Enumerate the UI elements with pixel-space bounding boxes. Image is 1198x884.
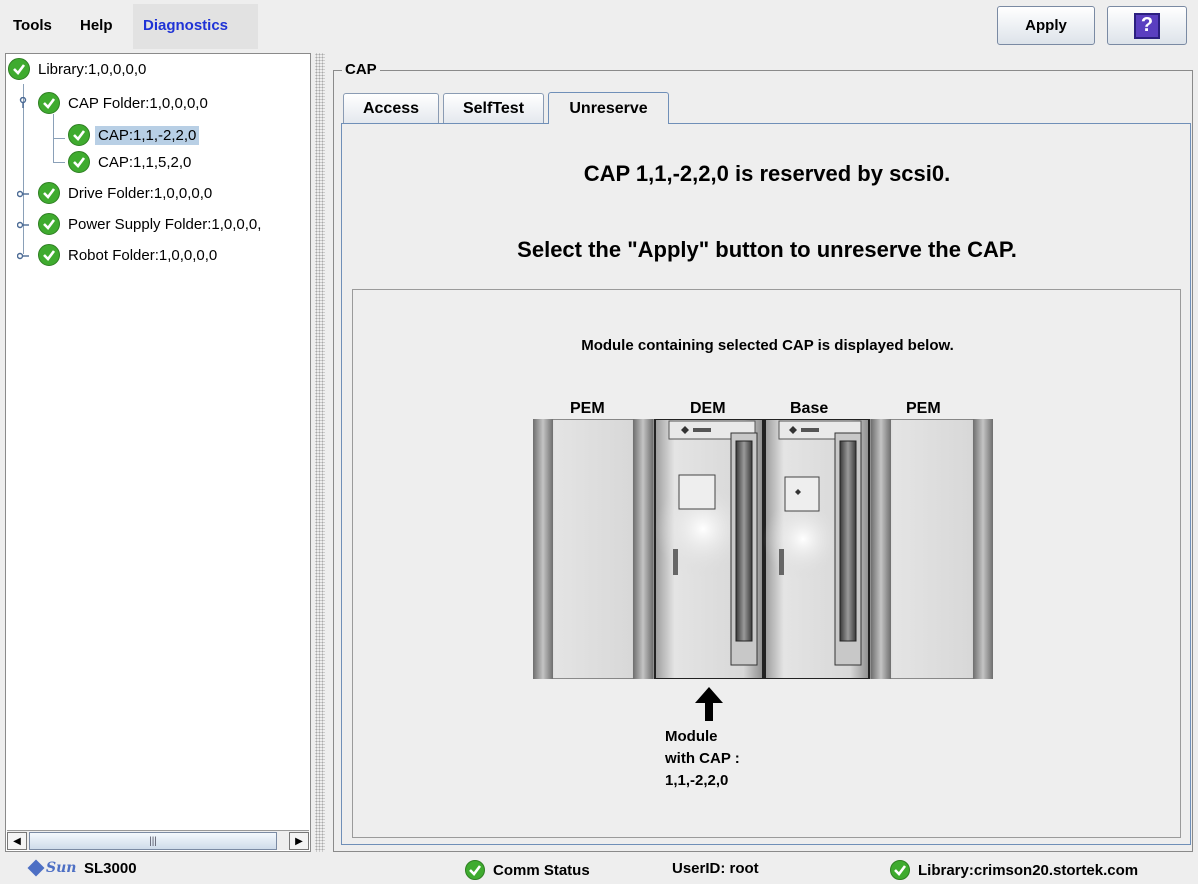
menu-tools[interactable]: Tools [13, 17, 52, 34]
apply-instruction-message: Select the "Apply" button to unreserve t… [517, 237, 1017, 262]
menu-bar: Tools Help Diagnostics Apply ? [0, 0, 1198, 52]
library-host-label: Library:crimson20.stortek.com [918, 861, 1139, 879]
library-modules-illustration [533, 419, 993, 679]
arrow-up-icon [695, 687, 723, 721]
module-with-cap-note: Module with CAP : 1,1,-2,2,0 [665, 726, 740, 792]
tree-collapsed-handle-icon[interactable] [17, 188, 29, 200]
sun-logo: Sun [27, 859, 88, 877]
cap-panel-title: CAP [342, 61, 380, 78]
device-tree[interactable]: Library:1,0,0,0,0 CAP Folder:1,0,0,0,0 C… [5, 53, 311, 852]
scroll-left-arrow-icon[interactable]: ◀ [7, 832, 27, 850]
tree-item-label: CAP:1,1,5,2,0 [98, 153, 192, 171]
module-label-dem: DEM [690, 400, 726, 417]
menu-diagnostics[interactable]: Diagnostics [143, 17, 228, 34]
tree-item-label-selected: CAP:1,1,-2,2,0 [95, 125, 200, 145]
tree-collapsed-handle-icon[interactable] [17, 250, 29, 262]
module-note-line: 1,1,-2,2,0 [665, 772, 729, 789]
scrollbar-thumb[interactable]: ||| [29, 832, 277, 850]
apply-button[interactable]: Apply [997, 6, 1095, 45]
check-circle-icon [38, 213, 60, 235]
help-button[interactable]: ? [1107, 6, 1187, 45]
reserved-status-message: CAP 1,1,-2,2,0 is reserved by scsi0. [583, 161, 951, 186]
comm-status-label: Comm Status [493, 861, 590, 879]
module-caption: Module containing selected CAP is displa… [581, 337, 954, 354]
tree-connector [53, 162, 65, 163]
comm-status: Comm Status [465, 860, 590, 880]
tree-expanded-handle-icon[interactable] [17, 97, 29, 109]
module-label-pem-left: PEM [570, 400, 605, 417]
tree-connector [53, 138, 65, 139]
check-circle-icon [38, 244, 60, 266]
help-icon: ? [1134, 12, 1160, 39]
check-circle-icon [68, 124, 90, 146]
tree-collapsed-handle-icon[interactable] [17, 219, 29, 231]
tree-item-label: Drive Folder:1,0,0,0,0 [68, 184, 213, 202]
tree-item-cap-1-1-m2-2-0[interactable]: CAP:1,1,-2,2,0 [68, 124, 200, 146]
module-display-box: Module containing selected CAP is displa… [352, 289, 1181, 838]
sun-brand-text: Sun [46, 860, 77, 876]
library-host: Library:crimson20.stortek.com [890, 860, 1138, 880]
module-note-line: Module [665, 728, 718, 745]
sun-diamond-icon [27, 859, 45, 877]
tree-item-cap-1-1-5-2-0[interactable]: CAP:1,1,5,2,0 [68, 151, 194, 173]
product-name: SL3000 [84, 860, 137, 877]
tree-item-cap-folder[interactable]: CAP Folder:1,0,0,0,0 [38, 92, 211, 114]
tree-item-robot-folder[interactable]: Robot Folder:1,0,0,0,0 [38, 244, 220, 266]
tab-unreserve[interactable]: Unreserve [548, 92, 669, 124]
tree-horizontal-scrollbar[interactable]: ◀ ||| ▶ [7, 830, 309, 850]
check-circle-icon [68, 151, 90, 173]
tree-item-drive-folder[interactable]: Drive Folder:1,0,0,0,0 [38, 182, 215, 204]
check-circle-icon [8, 58, 30, 80]
user-id-label: UserID: root [672, 860, 759, 877]
split-pane-divider[interactable] [315, 53, 325, 852]
tree-item-label: CAP Folder:1,0,0,0,0 [68, 94, 208, 112]
menu-help[interactable]: Help [80, 17, 113, 34]
check-circle-icon [465, 860, 485, 880]
tree-item-label: Library:1,0,0,0,0 [38, 60, 147, 78]
module-label-pem-right: PEM [906, 400, 941, 417]
tree-item-label: Power Supply Folder:1,0,0,0, [68, 215, 262, 233]
unreserve-tab-content: CAP 1,1,-2,2,0 is reserved by scsi0. Sel… [341, 123, 1191, 845]
product-label: SL3000 [84, 860, 137, 877]
tree-item-power-supply-folder[interactable]: Power Supply Folder:1,0,0,0, [38, 213, 264, 235]
status-bar: Sun SL3000 Comm Status UserID: root Libr… [0, 856, 1198, 884]
tab-access[interactable]: Access [343, 93, 439, 123]
check-circle-icon [38, 92, 60, 114]
tree-item-label: Robot Folder:1,0,0,0,0 [68, 246, 218, 264]
check-circle-icon [38, 182, 60, 204]
module-label-base: Base [790, 400, 829, 417]
check-circle-icon [890, 860, 910, 880]
module-note-line: with CAP : [665, 750, 740, 767]
user-id: UserID: root [672, 860, 759, 877]
scroll-right-arrow-icon[interactable]: ▶ [289, 832, 309, 850]
tree-item-library[interactable]: Library:1,0,0,0,0 [8, 58, 149, 80]
tab-selftest[interactable]: SelfTest [443, 93, 544, 123]
